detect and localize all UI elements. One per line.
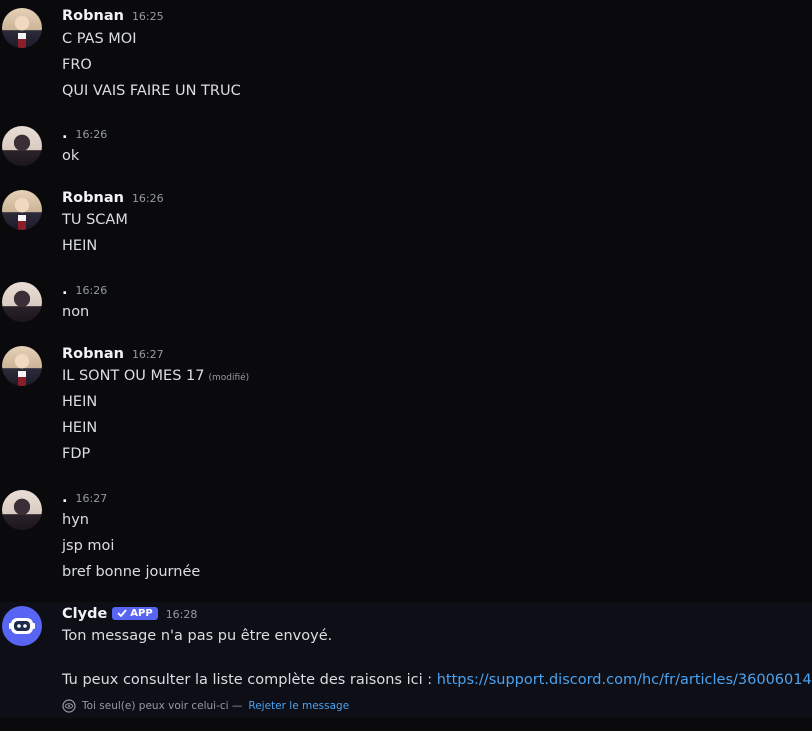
message-text: HEIN <box>62 394 98 410</box>
message-text: Tu peux consulter la liste complète des … <box>62 672 812 688</box>
checkmark-icon <box>117 609 127 617</box>
username[interactable]: Robnan <box>62 346 124 362</box>
message-header: Robnan 16:25 <box>62 8 164 28</box>
chat-message-list[interactable]: Robnan 16:25 C PAS MOI FRO QUI VAIS FAIR… <box>0 0 812 731</box>
message-header: Robnan 16:27 <box>62 346 164 366</box>
username[interactable]: Clyde <box>62 606 107 622</box>
message-header: Clyde APP 16:28 <box>62 606 197 626</box>
message-text: C PAS MOI <box>62 31 137 47</box>
message-text: HEIN <box>62 238 98 254</box>
message-header: Robnan 16:26 <box>62 190 164 210</box>
message-text: Ton message n'a pas pu être envoyé. <box>62 628 333 644</box>
timestamp[interactable]: 16:25 <box>132 10 164 23</box>
message-header: . 16:26 <box>62 282 107 302</box>
message-text: FDP <box>62 446 91 462</box>
clyde-avatar[interactable] <box>2 606 42 646</box>
message-header: . 16:26 <box>62 126 107 146</box>
message-text: QUI VAIS FAIRE UN TRUC <box>62 83 241 99</box>
message-text: TU SCAM <box>62 212 128 228</box>
avatar[interactable] <box>2 126 42 166</box>
message-text: bref bonne journée <box>62 564 201 580</box>
eye-icon <box>62 699 76 713</box>
message-text: IL SONT OU MES 17 (modifié) <box>62 368 249 384</box>
timestamp[interactable]: 16:27 <box>132 348 164 361</box>
app-badge-label: APP <box>130 607 153 619</box>
timestamp[interactable]: 16:26 <box>76 128 108 141</box>
timestamp[interactable]: 16:27 <box>76 492 108 505</box>
avatar[interactable] <box>2 282 42 322</box>
message-text-content: IL SONT OU MES 17 <box>62 368 205 384</box>
timestamp[interactable]: 16:28 <box>166 608 198 621</box>
edited-label: (modifié) <box>208 373 250 383</box>
message-text-content: Tu peux consulter la liste complète des … <box>62 672 437 688</box>
username[interactable]: . <box>62 282 68 298</box>
timestamp[interactable]: 16:26 <box>132 192 164 205</box>
timestamp[interactable]: 16:26 <box>76 284 108 297</box>
support-link[interactable]: https://support.discord.com/hc/fr/articl… <box>437 672 812 688</box>
message-header: . 16:27 <box>62 490 107 510</box>
message-text: FRO <box>62 57 92 73</box>
avatar[interactable] <box>2 346 42 386</box>
ephemeral-note: Toi seul(e) peux voir celui-ci — Rejeter… <box>62 699 349 713</box>
clyde-robot-icon <box>9 618 35 634</box>
username[interactable]: . <box>62 126 68 142</box>
message-text: HEIN <box>62 420 98 436</box>
app-badge: APP <box>112 606 158 620</box>
username[interactable]: Robnan <box>62 190 124 206</box>
message-text: hyn <box>62 512 89 528</box>
avatar[interactable] <box>2 8 42 48</box>
avatar[interactable] <box>2 190 42 230</box>
message-text: non <box>62 304 90 320</box>
message-text: jsp moi <box>62 538 115 554</box>
dismiss-message-link[interactable]: Rejeter le message <box>248 700 349 712</box>
avatar[interactable] <box>2 490 42 530</box>
message-text: ok <box>62 148 80 164</box>
username[interactable]: Robnan <box>62 8 124 24</box>
username[interactable]: . <box>62 490 68 506</box>
ephemeral-note-text: Toi seul(e) peux voir celui-ci — <box>82 700 243 712</box>
